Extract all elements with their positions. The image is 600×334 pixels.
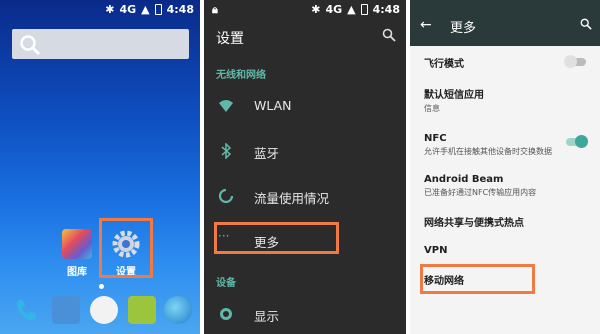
- app-bar: ← 更多: [410, 0, 600, 46]
- airplane-mode-toggle[interactable]: [564, 55, 586, 68]
- signal-icon: ▲: [347, 3, 356, 16]
- settings-screen: 🔒︎ ✱ 4G ▲ 4:48 设置 无线和网络 WLAN 蓝牙 流量使用情况 ·…: [204, 0, 406, 334]
- back-arrow-icon[interactable]: ←: [420, 17, 432, 33]
- bluetooth-icon: ✱: [105, 3, 115, 16]
- highlight-box: [99, 218, 153, 278]
- app-drawer-icon[interactable]: [90, 296, 118, 324]
- setting-android-beam[interactable]: Android Beam 已准备好通过NFC传输应用内容: [424, 174, 590, 198]
- brightness-icon: [220, 308, 232, 320]
- network-type: 4G: [119, 3, 137, 16]
- page-title: 更多: [450, 21, 477, 36]
- gallery-app[interactable]: 图库: [57, 229, 97, 278]
- battery-icon: [360, 4, 368, 15]
- setting-title: 网络共享与便携式热点: [424, 218, 524, 229]
- phone-icon[interactable]: [12, 296, 40, 324]
- status-bar: 🔒︎ ✱ 4G ▲ 4:48: [204, 0, 406, 20]
- network-type: 4G: [325, 3, 343, 16]
- settings-item-display[interactable]: 显示: [204, 294, 406, 334]
- page-indicator: [99, 284, 104, 289]
- signal-icon: ▲: [141, 3, 150, 16]
- toggle-knob: [575, 135, 588, 148]
- setting-subtitle: 信息: [424, 104, 440, 113]
- highlight-box: [214, 222, 339, 254]
- settings-item-label: 蓝牙: [254, 146, 280, 161]
- setting-title: VPN: [424, 245, 448, 256]
- settings-item-label: 流量使用情况: [254, 191, 330, 206]
- setting-nfc[interactable]: NFC 允许手机在接触其他设备时交换数据: [424, 133, 590, 157]
- page-title: 设置: [216, 31, 244, 47]
- settings-item-label: WLAN: [254, 98, 292, 113]
- home-screen: ✱ 4G ▲ 4:48 图库 设置: [0, 0, 200, 334]
- browser-icon[interactable]: [164, 296, 192, 324]
- wifi-icon: [219, 100, 233, 112]
- setting-title: Android Beam: [424, 174, 504, 185]
- google-search-bar[interactable]: [12, 29, 189, 59]
- search-icon[interactable]: [382, 28, 396, 42]
- setting-tethering-hotspot[interactable]: 网络共享与便携式热点: [424, 214, 590, 229]
- settings-item-label: 显示: [254, 309, 280, 324]
- status-bar: ✱ 4G ▲ 4:48: [0, 0, 200, 20]
- bluetooth-icon: ✱: [311, 3, 321, 16]
- section-header-wireless: 无线和网络: [216, 70, 266, 81]
- dock: [0, 296, 200, 334]
- search-icon: [20, 35, 41, 56]
- setting-vpn[interactable]: VPN: [424, 245, 590, 256]
- settings-item-wlan[interactable]: WLAN: [204, 86, 406, 126]
- data-usage-icon: [218, 188, 234, 204]
- settings-item-data-usage[interactable]: 流量使用情况: [204, 176, 406, 216]
- section-header-device: 设备: [216, 278, 236, 289]
- clock: 4:48: [372, 3, 400, 16]
- more-screen: ← 更多 飞行模式 默认短信应用 信息 NFC 允许手机在接触其他设备时交换数据…: [410, 0, 600, 334]
- highlight-box: [420, 264, 535, 294]
- lock-icon: 🔒︎: [212, 3, 218, 16]
- clock: 4:48: [166, 3, 194, 16]
- nfc-toggle[interactable]: [566, 135, 588, 148]
- setting-subtitle: 已准备好通过NFC传输应用内容: [424, 188, 537, 197]
- settings-item-bluetooth[interactable]: 蓝牙: [204, 131, 406, 171]
- setting-subtitle: 允许手机在接触其他设备时交换数据: [424, 147, 552, 156]
- contacts-icon[interactable]: [52, 296, 80, 324]
- setting-title: 默认短信应用: [424, 90, 484, 101]
- search-icon[interactable]: [580, 18, 592, 30]
- gallery-icon: [62, 229, 92, 259]
- battery-icon: [154, 4, 162, 15]
- gallery-label: 图库: [67, 267, 87, 278]
- status-bar: [410, 0, 600, 14]
- messaging-icon[interactable]: [128, 296, 156, 324]
- setting-default-sms-app[interactable]: 默认短信应用 信息: [424, 86, 590, 114]
- bluetooth-icon: [221, 143, 232, 159]
- toggle-knob: [564, 55, 577, 68]
